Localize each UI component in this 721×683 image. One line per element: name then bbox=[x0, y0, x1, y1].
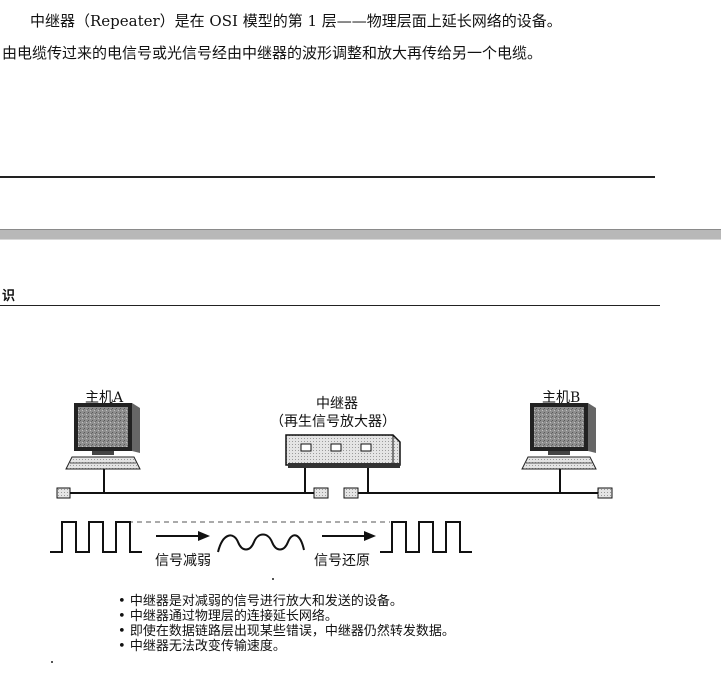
connector-icon bbox=[343, 487, 359, 499]
repeater-diagram bbox=[50, 403, 613, 553]
list-item: 即使在数据链路层出现某些错误，中继器仍然转发数据。 bbox=[118, 624, 455, 639]
scan-speck bbox=[272, 578, 274, 580]
terminator-right-icon bbox=[597, 487, 613, 499]
section-rule bbox=[0, 305, 660, 306]
intro-line-1: 中继器（Repeater）是在 OSI 模型的第 1 层——物理层面上延长网络的… bbox=[30, 12, 562, 30]
square-wave-restored bbox=[380, 521, 472, 553]
repeater-facts-list: 中继器是对减弱的信号进行放大和发送的设备。 中继器通过物理层的连接延长网络。 即… bbox=[118, 594, 455, 654]
square-wave-original bbox=[50, 521, 142, 553]
list-item: 中继器无法改变传输速度。 bbox=[118, 639, 455, 654]
scan-speck bbox=[51, 661, 53, 663]
intro-line-2: 由电缆传过来的电信号或光信号经由中继器的波形调整和放大再传给另一个电缆。 bbox=[2, 44, 543, 62]
page-separator-band bbox=[0, 229, 721, 240]
terminator-left-icon bbox=[56, 487, 71, 499]
repeater-device-icon bbox=[285, 434, 401, 493]
attenuated-wave bbox=[217, 533, 305, 553]
host-a-computer-icon bbox=[65, 403, 141, 493]
connector-icon bbox=[313, 487, 329, 499]
host-b-computer-icon bbox=[521, 403, 597, 493]
top-rule bbox=[0, 176, 655, 178]
list-item: 中继器是对减弱的信号进行放大和发送的设备。 bbox=[118, 594, 455, 609]
list-item: 中继器通过物理层的连接延长网络。 bbox=[118, 609, 455, 624]
section-header-fragment: 识 bbox=[2, 289, 16, 304]
